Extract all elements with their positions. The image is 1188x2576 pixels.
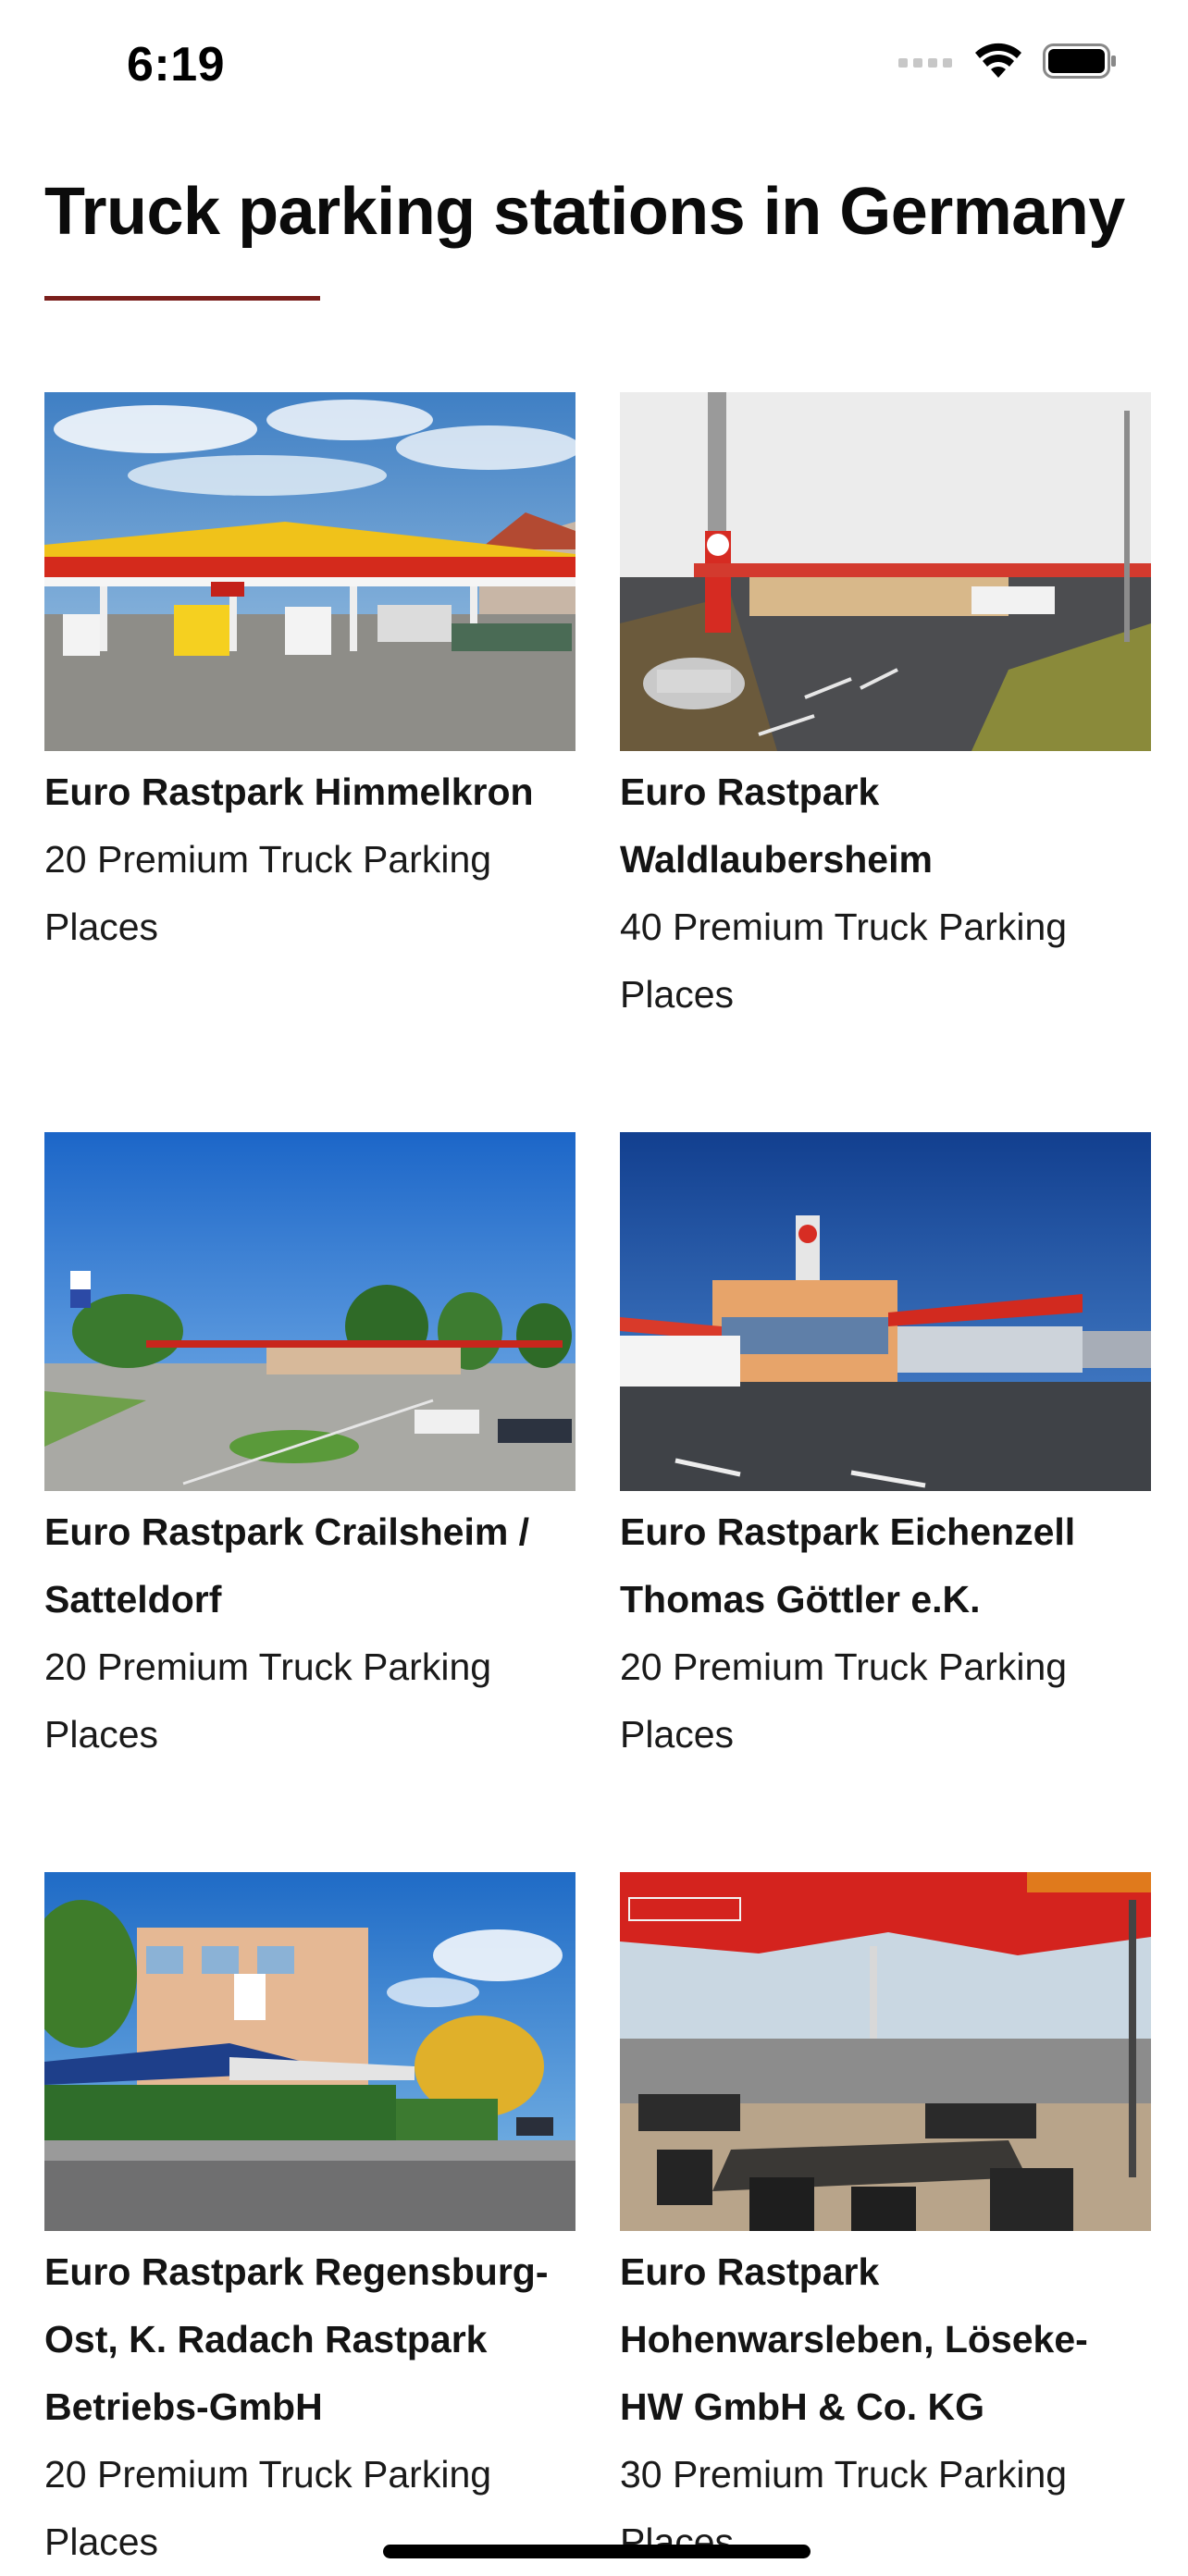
station-card[interactable]: Euro Rastpark Himmelkron 20 Premium Truc… xyxy=(44,392,575,961)
gas-station-photo[interactable] xyxy=(620,392,1151,751)
status-bar: 6:19 xyxy=(0,0,1188,139)
station-parking-places: 20 Premium Truck Parking Places xyxy=(44,838,492,948)
status-icons xyxy=(898,43,1117,84)
gas-station-photo[interactable] xyxy=(44,392,575,751)
status-time: 6:19 xyxy=(127,38,226,92)
station-name: Euro Rastpark Waldlaubersheim xyxy=(620,770,933,881)
station-card[interactable]: Euro Rastpark Eichenzell Thomas Göttler … xyxy=(620,1132,1151,1769)
station-parking-places: 40 Premium Truck Parking Places xyxy=(620,906,1068,1016)
page-title: Truck parking stations in Germany xyxy=(44,175,1125,249)
station-name: Euro Rastpark Hohenwarsleben, Löseke-HW … xyxy=(620,2250,1088,2428)
cellular-signal-icon xyxy=(898,55,954,72)
station-card[interactable]: Euro Rastpark Crailsheim / Satteldorf 20… xyxy=(44,1132,575,1769)
station-parking-places: 20 Premium Truck Parking Places xyxy=(620,1645,1068,1756)
restaurant-building-photo[interactable] xyxy=(620,1132,1151,1491)
hotel-building-photo[interactable] xyxy=(44,1872,575,2231)
terrace-photo[interactable] xyxy=(620,1872,1151,2231)
station-name: Euro Rastpark Crailsheim / Satteldorf xyxy=(44,1510,530,1621)
wifi-icon xyxy=(974,43,1022,84)
station-card[interactable]: Euro Rastpark Regensburg-Ost, K. Radach … xyxy=(44,1872,575,2576)
battery-icon xyxy=(1043,43,1117,83)
roundabout-photo[interactable] xyxy=(44,1132,575,1491)
station-name: Euro Rastpark Eichenzell Thomas Göttler … xyxy=(620,1510,1076,1621)
title-underline xyxy=(44,296,320,301)
home-indicator[interactable] xyxy=(383,2545,811,2558)
station-name: Euro Rastpark Regensburg-Ost, K. Radach … xyxy=(44,2250,549,2428)
station-name: Euro Rastpark Himmelkron xyxy=(44,770,534,813)
station-card[interactable]: Euro Rastpark Waldlaubersheim 40 Premium… xyxy=(620,392,1151,1029)
station-card[interactable]: Euro Rastpark Hohenwarsleben, Löseke-HW … xyxy=(620,1872,1151,2576)
station-parking-places: 20 Premium Truck Parking Places xyxy=(44,1645,492,1756)
